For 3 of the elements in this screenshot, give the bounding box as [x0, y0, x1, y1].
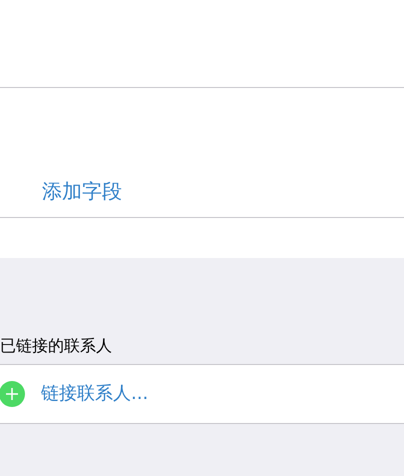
add-field-button[interactable]: 添加字段: [42, 181, 122, 201]
section-header: 已链接的联系人: [0, 338, 112, 354]
link-contact-button[interactable]: 链接联系人...: [41, 385, 148, 403]
